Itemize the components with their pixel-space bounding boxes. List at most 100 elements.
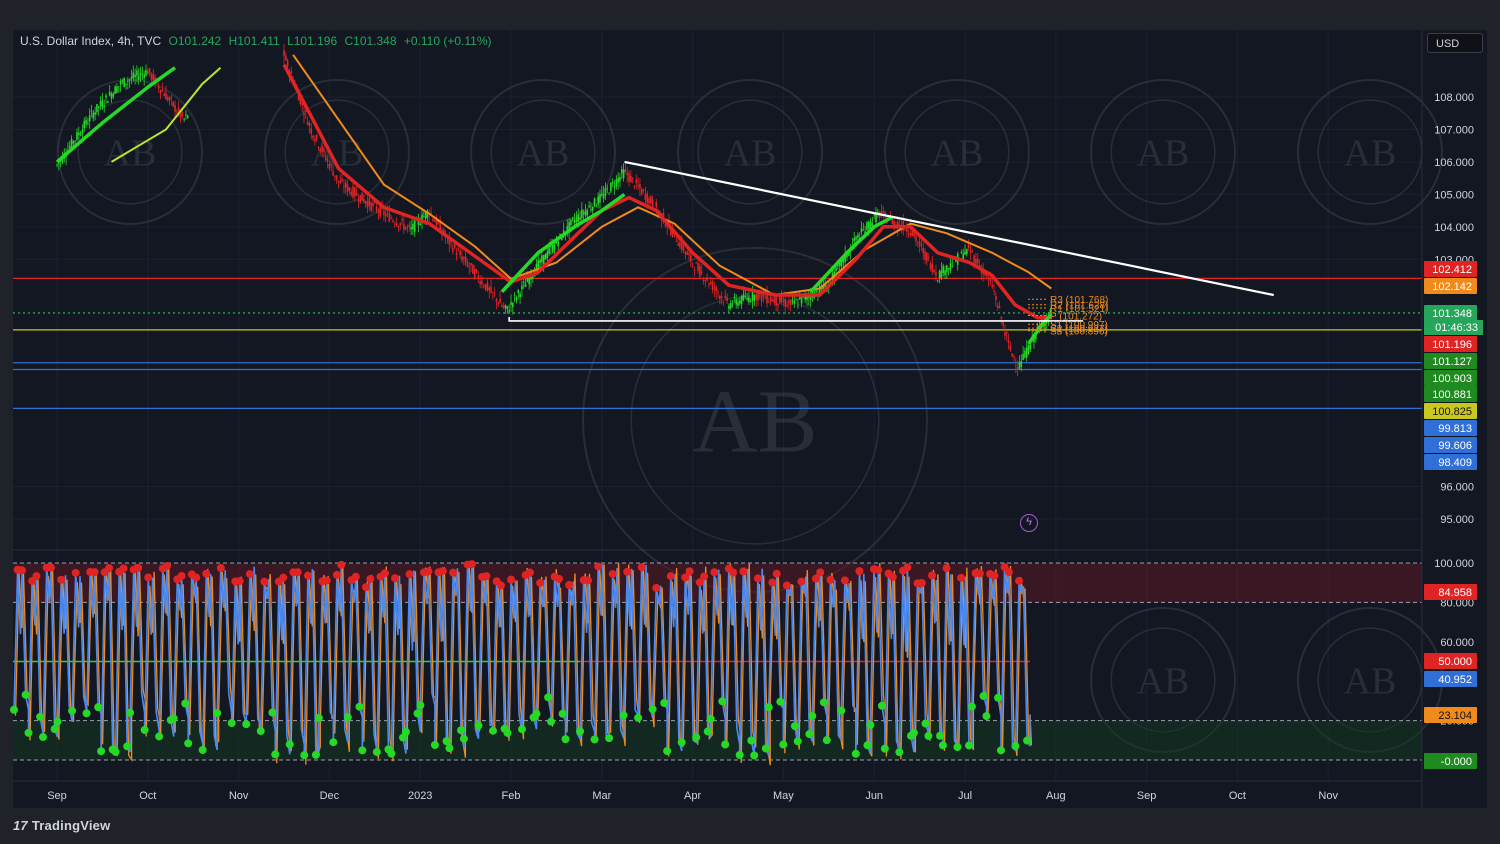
overbought-dot	[608, 569, 617, 578]
overbought-dot	[235, 577, 244, 586]
candle-body	[971, 251, 974, 252]
oversold-dot	[967, 702, 976, 711]
candle-body	[403, 224, 405, 230]
overbought-dot	[855, 567, 864, 576]
candle-body	[989, 278, 992, 281]
candle-body	[927, 256, 930, 258]
overbought-dot	[1004, 568, 1013, 577]
watermark-text: AB	[1137, 132, 1190, 174]
candle-body	[650, 196, 652, 204]
oversold-dot	[413, 709, 422, 718]
candle-body	[550, 246, 552, 248]
candle-body	[906, 228, 908, 232]
candle-body	[588, 205, 590, 208]
candle-body	[486, 282, 489, 291]
candle-body	[835, 268, 837, 272]
candle-body	[344, 182, 347, 188]
candle-body	[769, 297, 772, 302]
candle-body	[873, 214, 875, 216]
time-scale[interactable]: Sep Oct Nov Dec 2023 Feb Mar Apr May Jun Jul Aug Sep…	[47, 790, 1338, 802]
oversold-dot	[445, 744, 454, 753]
candle-body	[942, 266, 945, 274]
oversold-dot	[703, 727, 712, 736]
oversold-dot	[718, 697, 727, 706]
oversold-dot	[793, 737, 802, 746]
candle-body	[513, 295, 516, 297]
candle-body	[176, 111, 178, 113]
candle-body	[728, 305, 730, 310]
oversold-dot	[503, 728, 512, 737]
time-tick-label: Sep	[1137, 790, 1157, 802]
candle-body	[882, 211, 885, 212]
candle-body	[364, 201, 367, 204]
oversold-dot	[518, 725, 526, 734]
lightning-icon[interactable]: ϟ	[1020, 514, 1038, 532]
candle-body	[166, 97, 169, 101]
candle-body	[715, 286, 718, 292]
candle-body	[1009, 345, 1012, 351]
candle-body	[693, 269, 696, 271]
overbought-dot	[888, 573, 897, 582]
candle-body	[423, 216, 425, 217]
candle-body	[1013, 356, 1015, 358]
candle-body	[651, 199, 654, 208]
candle-body	[599, 194, 601, 203]
candle-body	[949, 263, 952, 271]
candle-body	[542, 254, 545, 265]
currency-button[interactable]: USD	[1427, 33, 1483, 53]
overbought-dot	[957, 573, 966, 582]
candle-body	[404, 226, 407, 230]
overbought-dot	[768, 578, 777, 587]
oversold-dot	[97, 747, 106, 756]
candle-body	[181, 112, 184, 117]
candle-body	[933, 269, 935, 273]
candle-body	[123, 77, 125, 88]
candle-body	[145, 70, 147, 76]
candle-body	[314, 139, 316, 142]
candle-body	[159, 89, 162, 94]
candle-body	[733, 297, 736, 299]
candle-body	[92, 112, 95, 119]
osc-tag: 50.000	[1438, 656, 1472, 668]
overbought-dot	[1015, 576, 1024, 585]
candle-body	[748, 297, 750, 303]
candle-body	[408, 224, 411, 227]
time-tick-label: 2023	[408, 790, 432, 802]
candle-body	[966, 248, 968, 255]
candle-body	[323, 149, 325, 152]
candle-body	[611, 182, 614, 184]
candle-body	[597, 196, 599, 205]
candle-body	[573, 220, 576, 224]
candle-body	[795, 299, 797, 301]
symbol-title[interactable]: U.S. Dollar Index, 4h, TVC	[20, 34, 161, 48]
oversold-dot	[111, 747, 120, 756]
candle-body	[125, 83, 127, 85]
oversold-dot	[808, 712, 817, 721]
oversold-dot	[256, 727, 265, 736]
overbought-dot	[391, 574, 399, 583]
time-tick-label: Feb	[502, 790, 521, 802]
tradingview-logo[interactable]: 17 TradingView	[13, 818, 110, 833]
overbought-dot	[710, 568, 719, 577]
candle-body	[56, 164, 58, 166]
chart-canvas[interactable]: AB AB AB AB AB AB ABABAB AB R3 (101.768)R2 (101…	[0, 0, 1500, 844]
candle-body	[110, 93, 113, 99]
candle-body	[350, 191, 352, 196]
candle-body	[1005, 331, 1008, 334]
candle-body	[524, 283, 527, 288]
candle-body	[343, 186, 345, 188]
candle-body	[143, 74, 145, 78]
candle-body	[800, 296, 803, 304]
candle-body	[114, 86, 116, 94]
oversold-zone	[13, 720, 1422, 761]
candle-body	[481, 280, 483, 285]
high-value: H101.411	[228, 34, 280, 48]
price-tick-label: 106.000	[1434, 157, 1474, 169]
candle-body	[826, 290, 828, 292]
oversold-dot	[459, 734, 468, 743]
overbought-dot	[17, 566, 26, 575]
time-tick-label: Mar	[592, 790, 611, 802]
candle-body	[506, 306, 509, 309]
oversold-dot	[68, 706, 77, 715]
candle-body	[157, 85, 160, 89]
